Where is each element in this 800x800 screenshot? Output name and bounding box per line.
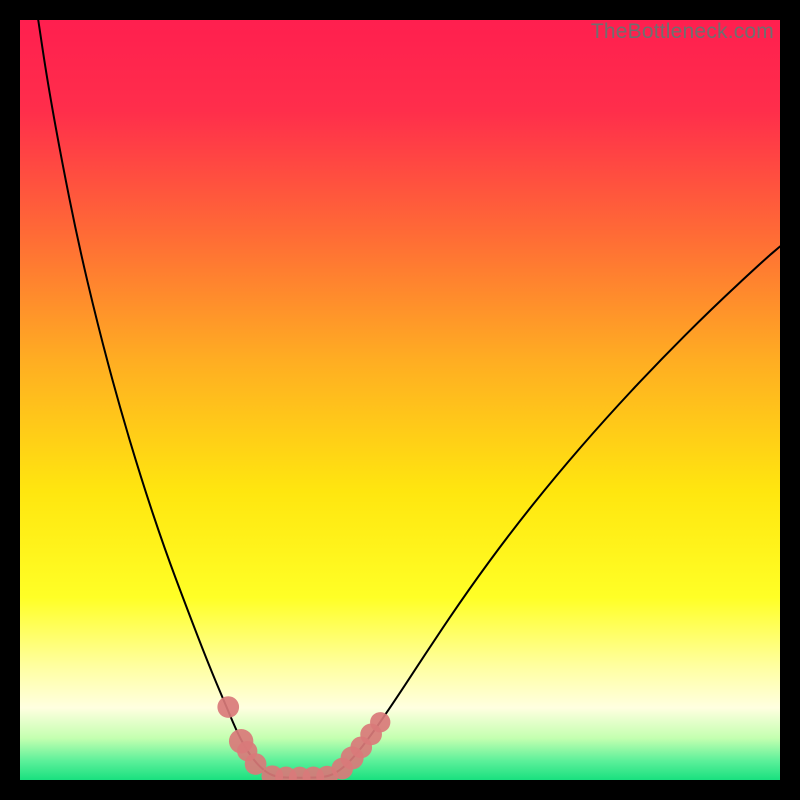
watermark-text: TheBottleneck.com	[591, 20, 774, 44]
chart-plot-area	[20, 20, 780, 780]
data-marker	[370, 712, 390, 732]
data-marker	[217, 696, 239, 718]
chart-background	[20, 20, 780, 780]
chart-frame: TheBottleneck.com	[20, 20, 780, 780]
chart-svg	[20, 20, 780, 780]
